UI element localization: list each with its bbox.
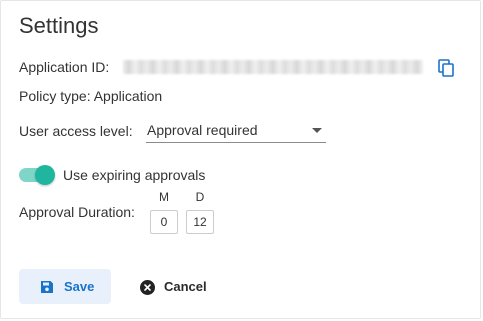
page-title: Settings	[19, 13, 99, 38]
expiring-approvals-toggle[interactable]	[19, 165, 55, 185]
save-button[interactable]: Save	[19, 269, 111, 304]
copy-icon[interactable]	[437, 59, 455, 77]
months-input[interactable]: 0	[150, 210, 178, 234]
cancel-button-label: Cancel	[164, 279, 207, 294]
approval-duration-label: Approval Duration:	[19, 204, 135, 220]
days-header: D	[195, 190, 205, 204]
application-id-label: Application ID:	[19, 59, 110, 75]
cancel-button[interactable]: Cancel	[127, 269, 227, 304]
chevron-down-icon	[312, 128, 322, 133]
days-input[interactable]: 12	[186, 210, 214, 234]
expiring-approvals-label: Use expiring approvals	[63, 167, 206, 183]
months-header: M	[159, 190, 169, 204]
toggle-thumb	[35, 165, 55, 185]
user-access-level-value: Approval required	[147, 122, 258, 138]
save-icon	[40, 280, 54, 294]
user-access-level-select[interactable]: Approval required	[146, 119, 326, 143]
close-icon	[140, 280, 155, 295]
save-button-label: Save	[64, 279, 95, 294]
application-id-value-redacted	[123, 60, 423, 74]
settings-panel: Settings Application ID: Policy type: Ap…	[0, 0, 481, 319]
user-access-level-label: User access level:	[19, 123, 133, 139]
policy-type-text: Policy type: Application	[19, 88, 163, 104]
